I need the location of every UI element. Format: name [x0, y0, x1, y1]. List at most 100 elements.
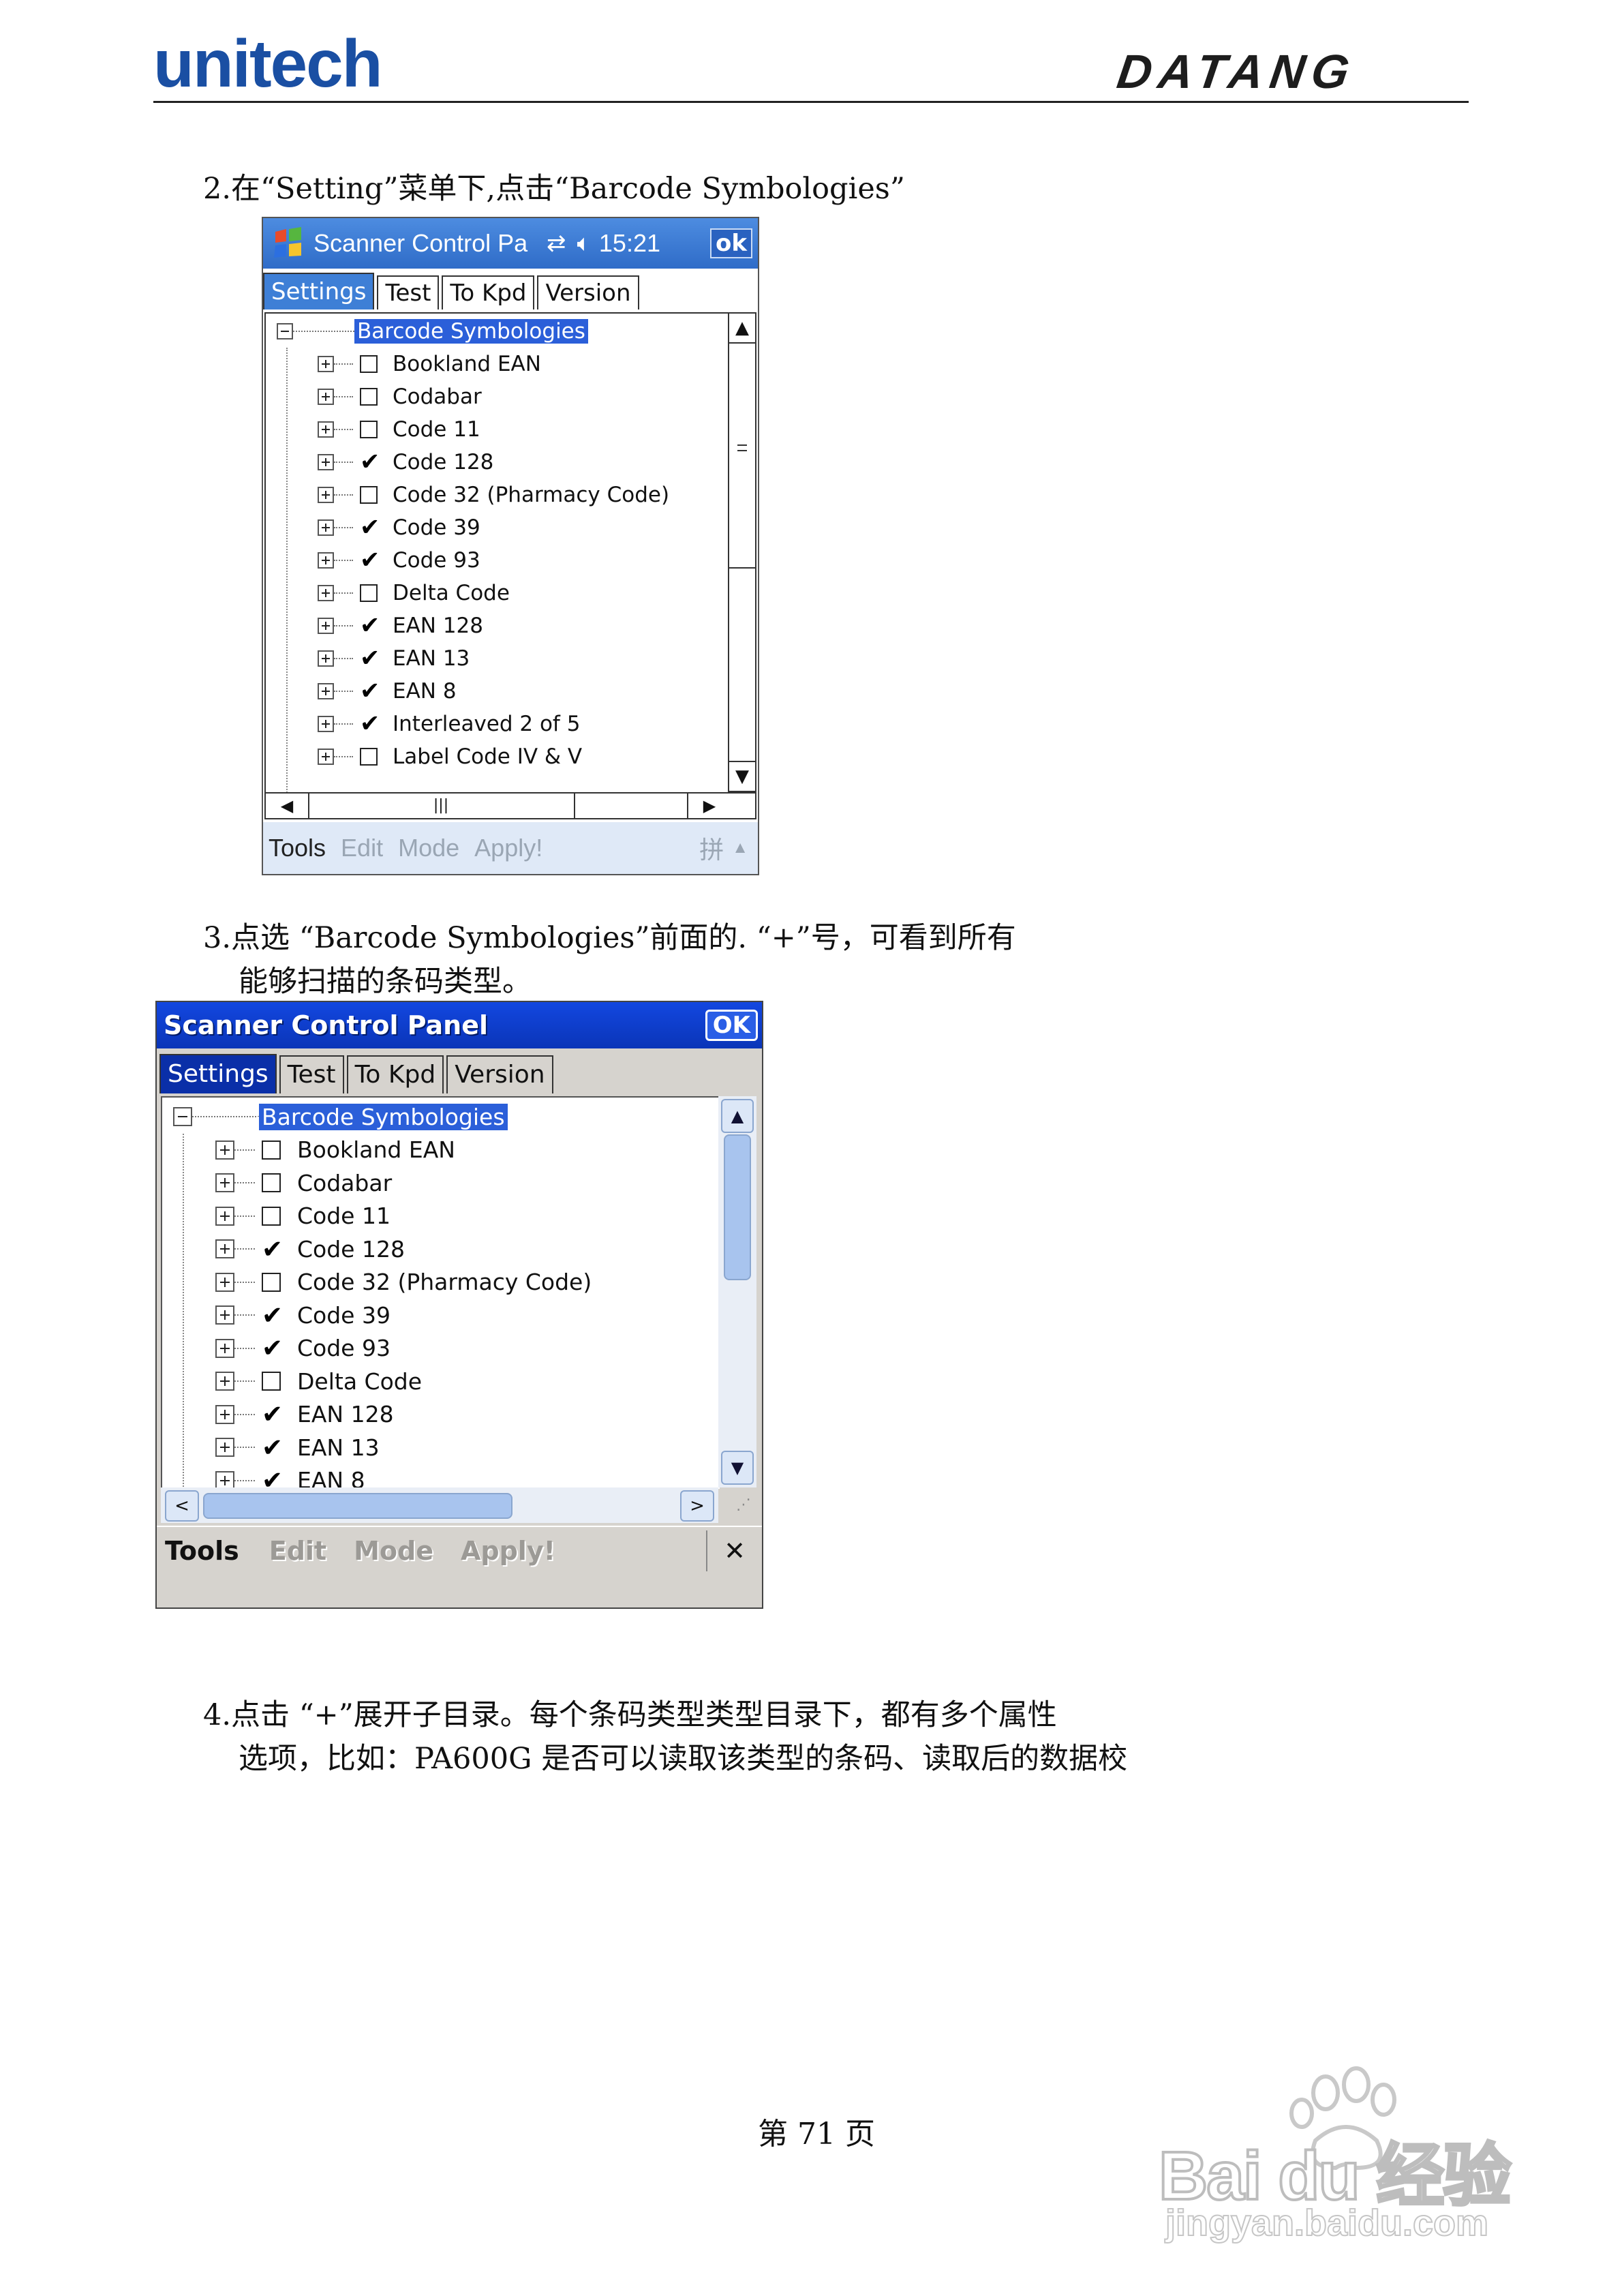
- close-icon[interactable]: ✕: [724, 1536, 746, 1566]
- expand-icon[interactable]: [215, 1206, 234, 1226]
- symbology-label[interactable]: EAN 13: [393, 646, 470, 671]
- tree-item[interactable]: ✔ EAN 8: [215, 1464, 365, 1489]
- collapse-icon[interactable]: [277, 323, 293, 339]
- scroll-up-arrow[interactable]: ▲: [729, 314, 755, 344]
- checkmark-icon[interactable]: ✔: [360, 515, 380, 540]
- tree-item[interactable]: ✔ EAN 8: [318, 675, 457, 708]
- tree-item[interactable]: Label Code IV & V: [318, 740, 582, 773]
- tree-item[interactable]: ✔ Code 93: [215, 1332, 391, 1365]
- ok-button[interactable]: ok: [710, 228, 752, 258]
- expand-icon[interactable]: [318, 716, 334, 732]
- vertical-scrollbar-2[interactable]: ▲ ▼: [718, 1096, 756, 1487]
- expand-icon[interactable]: [215, 1239, 234, 1259]
- scroll-down-arrow[interactable]: ▼: [721, 1451, 754, 1485]
- expand-icon[interactable]: [318, 421, 334, 438]
- tree-item[interactable]: Code 11: [318, 413, 480, 446]
- vertical-scrollbar-1[interactable]: ▲ ▼: [728, 312, 756, 792]
- checkbox-empty-icon[interactable]: [262, 1206, 281, 1226]
- tab-test[interactable]: Test: [279, 1055, 344, 1093]
- menu-edit[interactable]: Edit: [269, 1536, 326, 1566]
- menu-tools[interactable]: Tools: [165, 1536, 239, 1566]
- horizontal-scrollbar-1[interactable]: ◀ ||| ▶: [264, 792, 756, 819]
- size-grip-icon[interactable]: ⋰: [720, 1490, 755, 1520]
- symbology-label[interactable]: Code 39: [297, 1302, 391, 1329]
- checkmark-icon[interactable]: ✔: [360, 548, 380, 573]
- tree-root-label[interactable]: Barcode Symbologies: [258, 1102, 509, 1132]
- input-panel-arrow-icon[interactable]: ▲: [732, 839, 748, 858]
- expand-icon[interactable]: [318, 683, 334, 699]
- checkmark-icon[interactable]: ✔: [262, 1402, 283, 1427]
- scroll-thumb[interactable]: [724, 1134, 751, 1280]
- tab-settings[interactable]: Settings: [263, 273, 375, 309]
- tree-item[interactable]: Code 11: [215, 1200, 391, 1233]
- symbology-label[interactable]: EAN 128: [297, 1401, 394, 1428]
- tree-item[interactable]: ✔ Code 93: [318, 544, 480, 577]
- menu-tools[interactable]: Tools: [269, 834, 326, 862]
- checkbox-empty-icon[interactable]: [360, 486, 378, 504]
- symbology-label[interactable]: Code 32 (Pharmacy Code): [297, 1269, 592, 1295]
- checkmark-icon[interactable]: ✔: [360, 679, 380, 704]
- symbology-label[interactable]: Code 39: [393, 515, 480, 540]
- expand-icon[interactable]: [318, 749, 334, 765]
- expand-icon[interactable]: [215, 1305, 234, 1325]
- symbology-label[interactable]: Code 11: [393, 417, 480, 442]
- symbology-label[interactable]: EAN 8: [393, 679, 457, 704]
- tree-item[interactable]: Code 32 (Pharmacy Code): [215, 1266, 592, 1299]
- h-scroll-thumb[interactable]: |||: [308, 794, 575, 818]
- expand-icon[interactable]: [318, 487, 334, 503]
- tree-item[interactable]: ✔ Code 39: [318, 511, 480, 544]
- tree-item[interactable]: Code 32 (Pharmacy Code): [318, 479, 669, 511]
- tree-item[interactable]: ✔ EAN 128: [318, 609, 483, 642]
- tree-item[interactable]: Bookland EAN: [318, 348, 541, 380]
- tree-root-barcode-symbologies[interactable]: Barcode Symbologies: [277, 315, 588, 348]
- checkmark-icon[interactable]: ✔: [360, 450, 380, 474]
- tree-item[interactable]: ✔ EAN 128: [215, 1398, 394, 1432]
- tab-settings[interactable]: Settings: [159, 1054, 277, 1093]
- symbology-label[interactable]: Delta Code: [297, 1368, 422, 1395]
- scroll-thumb[interactable]: [729, 342, 755, 569]
- tab-version[interactable]: Version: [537, 275, 639, 309]
- symbology-label[interactable]: Label Code IV & V: [393, 744, 582, 769]
- tree-item[interactable]: Bookland EAN: [215, 1134, 455, 1167]
- checkmark-icon[interactable]: ✔: [262, 1335, 283, 1361]
- symbology-label[interactable]: Code 11: [297, 1203, 391, 1229]
- checkmark-icon[interactable]: ✔: [360, 712, 380, 736]
- scroll-right-arrow[interactable]: >: [680, 1490, 714, 1522]
- tab-to-kpd[interactable]: To Kpd: [442, 275, 535, 309]
- tab-version[interactable]: Version: [446, 1055, 553, 1093]
- expand-icon[interactable]: [318, 389, 334, 405]
- horizontal-scrollbar-2[interactable]: < >: [161, 1487, 718, 1523]
- symbology-label[interactable]: Interleaved 2 of 5: [393, 712, 580, 736]
- checkbox-empty-icon[interactable]: [262, 1372, 281, 1391]
- checkmark-icon[interactable]: ✔: [360, 614, 380, 638]
- menu-mode[interactable]: Mode: [398, 834, 459, 862]
- expand-icon[interactable]: [215, 1338, 234, 1358]
- checkbox-empty-icon[interactable]: [262, 1272, 281, 1292]
- checkbox-empty-icon[interactable]: [360, 748, 378, 766]
- scroll-left-arrow[interactable]: <: [165, 1490, 199, 1522]
- symbology-tree-1[interactable]: Barcode Symbologies Bookland EAN Codabar Co…: [264, 312, 729, 795]
- symbology-label[interactable]: Codabar: [297, 1170, 392, 1196]
- expand-icon[interactable]: [215, 1470, 234, 1489]
- checkbox-empty-icon[interactable]: [360, 388, 378, 406]
- menu-apply[interactable]: Apply!: [474, 834, 542, 862]
- checkbox-empty-icon[interactable]: [262, 1173, 281, 1193]
- expand-icon[interactable]: [215, 1173, 234, 1193]
- tree-item[interactable]: ✔ EAN 13: [318, 642, 470, 675]
- checkbox-empty-icon[interactable]: [360, 584, 378, 602]
- scroll-down-arrow[interactable]: ▼: [729, 761, 755, 791]
- menu-apply[interactable]: Apply!: [461, 1536, 555, 1566]
- symbology-label[interactable]: Code 93: [297, 1335, 391, 1361]
- expand-icon[interactable]: [318, 519, 334, 536]
- symbology-label[interactable]: Codabar: [393, 384, 482, 409]
- windows-start-icon[interactable]: [270, 225, 307, 262]
- expand-icon[interactable]: [318, 585, 334, 601]
- connectivity-icon[interactable]: ⇄: [547, 230, 566, 257]
- tab-to-kpd[interactable]: To Kpd: [346, 1055, 444, 1093]
- checkmark-icon[interactable]: ✔: [360, 646, 380, 671]
- ok-button[interactable]: OK: [705, 1010, 758, 1041]
- checkbox-empty-icon[interactable]: [262, 1140, 281, 1160]
- symbology-label[interactable]: Bookland EAN: [297, 1136, 455, 1163]
- tree-item[interactable]: Delta Code: [215, 1365, 422, 1398]
- tree-root-label[interactable]: Barcode Symbologies: [354, 319, 588, 344]
